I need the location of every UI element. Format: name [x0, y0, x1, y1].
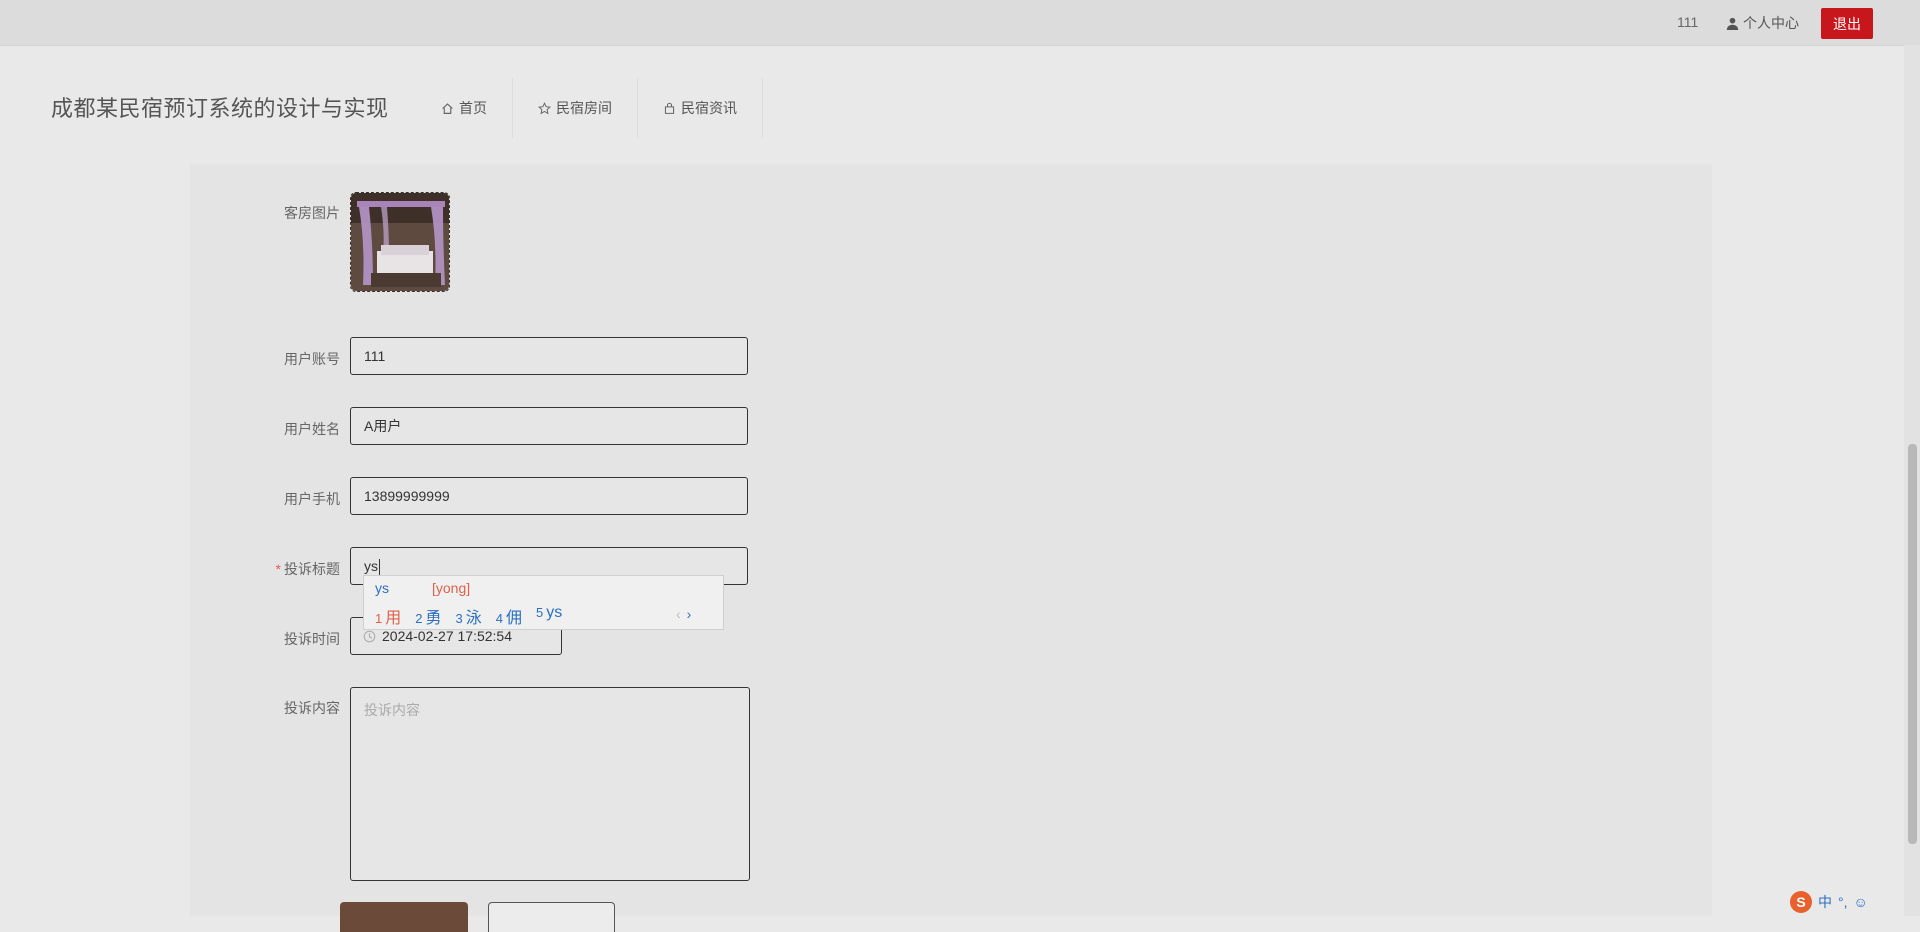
top-bar: 111 个人中心 退出 — [0, 0, 1920, 46]
page-scrollbar[interactable] — [1904, 45, 1920, 916]
phone-label: 用户手机 — [284, 491, 340, 507]
required-mark: * — [275, 561, 281, 577]
submit-button[interactable] — [340, 902, 468, 932]
main-nav: 首页 民宿房间 民宿资讯 — [416, 78, 763, 138]
complaint-title-label: * 投诉标题 — [210, 559, 340, 579]
home-icon — [442, 102, 453, 114]
user-icon — [1726, 17, 1739, 30]
room-image-label: 客房图片 — [284, 205, 340, 221]
nav-item-label: 民宿房间 — [556, 100, 612, 116]
nav-item-home[interactable]: 首页 — [416, 78, 513, 138]
ime-pinyin-hint: [yong] — [432, 580, 471, 596]
complaint-title-label-text: 投诉标题 — [284, 561, 340, 577]
site-title: 成都某民宿预订系统的设计与实现 — [51, 96, 389, 121]
account-label: 用户账号 — [284, 351, 340, 367]
bag-icon — [664, 102, 675, 114]
text-caret — [379, 559, 380, 576]
reset-button[interactable] — [488, 902, 615, 932]
ime-composition: ys — [375, 580, 389, 596]
nav-item-label: 民宿资讯 — [681, 100, 737, 116]
ime-mode-toggle[interactable]: 中 — [1818, 892, 1832, 912]
room-image-upload[interactable] — [350, 192, 450, 292]
name-label: 用户姓名 — [284, 421, 340, 437]
star-icon — [538, 101, 551, 114]
ime-punctuation-toggle[interactable]: °, — [1838, 894, 1848, 910]
username-label: 111 — [1677, 14, 1699, 30]
nav-item-news[interactable]: 民宿资讯 — [638, 78, 763, 138]
account-field[interactable]: 111 — [350, 337, 748, 375]
ime-candidate[interactable]: 5 ys — [536, 604, 562, 628]
site-header: 成都某民宿预订系统的设计与实现 首页 民宿房间 民宿资讯 — [0, 46, 1920, 164]
logout-button[interactable]: 退出 — [1821, 8, 1873, 39]
clock-icon — [363, 630, 376, 642]
ime-candidate-window: ys [yong] 1用 2勇 3泳 4佣 5 ys ‹› — [363, 575, 724, 630]
ime-status-bar: S 中 °, ☺ — [1790, 890, 1902, 914]
complaint-content-label: 投诉内容 — [284, 700, 340, 716]
ime-candidate-list: 1用 2勇 3泳 4佣 5 ys — [375, 604, 562, 628]
phone-field[interactable]: 13899999999 — [350, 477, 748, 515]
personal-center-label: 个人中心 — [1743, 15, 1799, 31]
nav-item-rooms[interactable]: 民宿房间 — [513, 78, 638, 138]
scrollbar-thumb[interactable] — [1908, 444, 1917, 844]
ime-candidate[interactable]: 1用 — [375, 604, 401, 628]
ime-candidate[interactable]: 3泳 — [456, 604, 482, 628]
sogou-logo-icon[interactable]: S — [1790, 891, 1812, 913]
ime-prev-page-icon[interactable]: ‹ — [676, 606, 687, 622]
personal-center-link[interactable]: 个人中心 — [1726, 13, 1799, 33]
ime-page-arrows: ‹› — [676, 606, 697, 622]
complaint-title-value: ys — [364, 558, 378, 574]
nav-item-label: 首页 — [459, 100, 487, 116]
complaint-time-label: 投诉时间 — [284, 631, 340, 647]
name-field[interactable]: A用户 — [350, 407, 748, 445]
emoji-icon[interactable]: ☺ — [1854, 894, 1868, 910]
room-photo-image — [351, 193, 449, 291]
ime-next-page-icon[interactable]: › — [687, 606, 698, 622]
ime-candidate[interactable]: 2勇 — [415, 604, 441, 628]
ime-candidate[interactable]: 4佣 — [496, 604, 522, 628]
complaint-content-textarea[interactable]: 投诉内容 — [350, 687, 750, 881]
